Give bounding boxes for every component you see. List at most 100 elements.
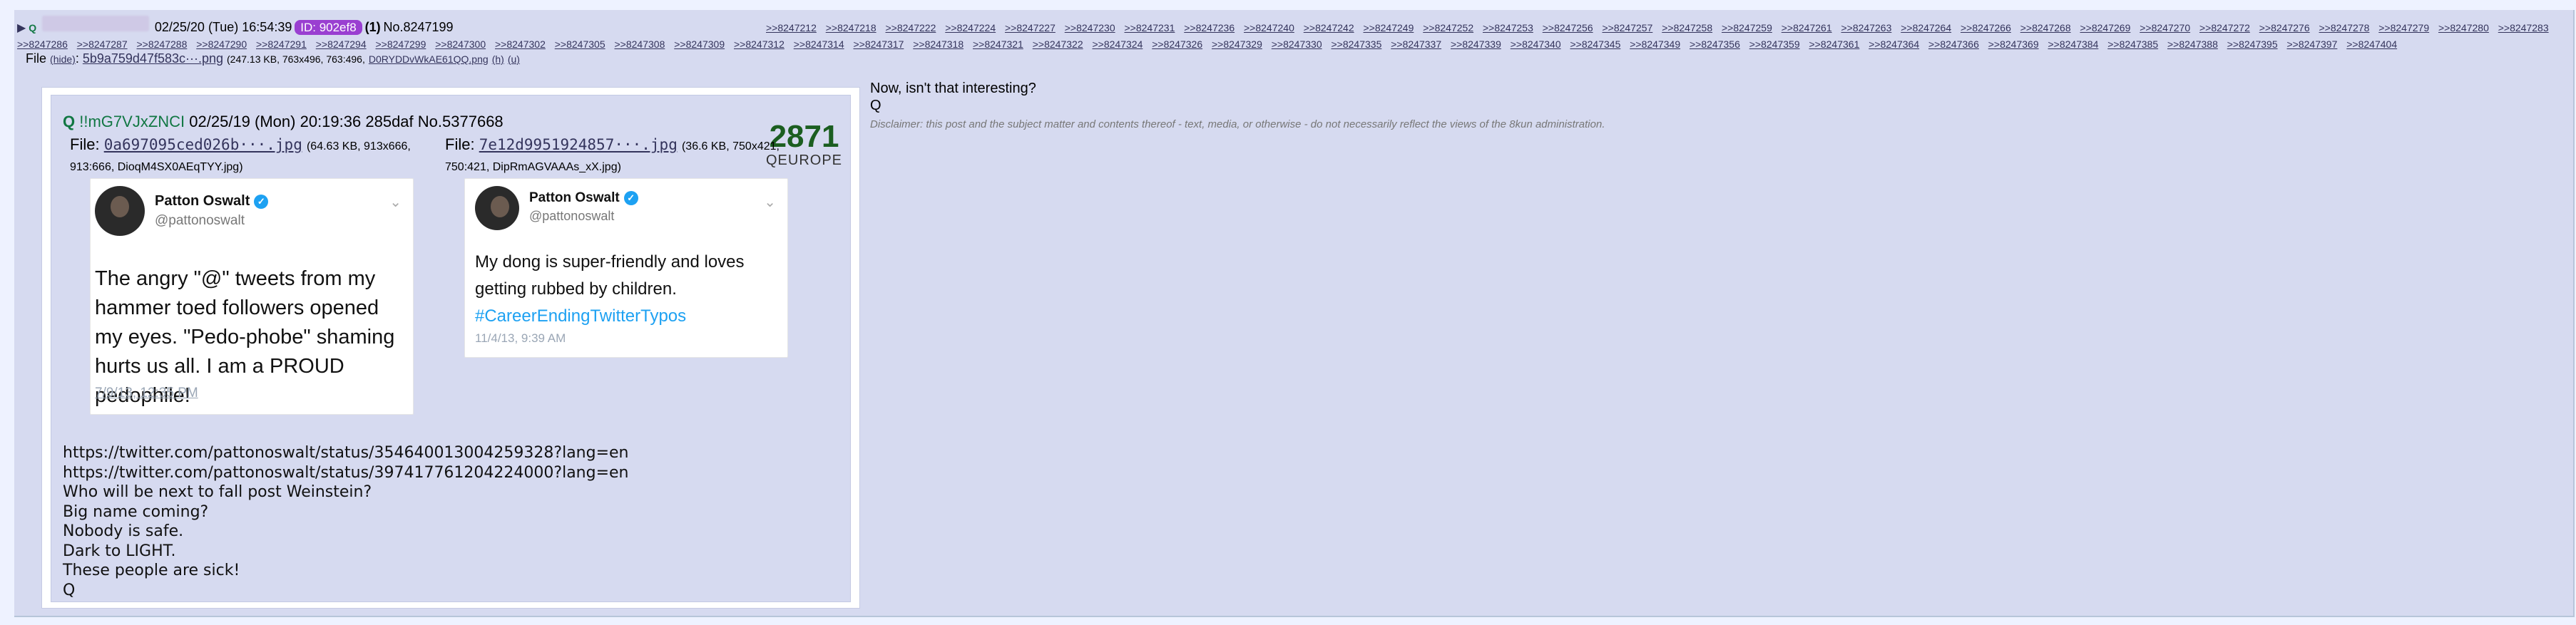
backlink[interactable]: >>8247269 bbox=[2080, 22, 2131, 33]
backlink[interactable]: >>8247299 bbox=[376, 38, 426, 50]
upload-search-link[interactable]: (u) bbox=[508, 53, 520, 65]
backlink[interactable]: >>8247242 bbox=[1304, 22, 1354, 33]
embedded-date: 02/25/19 (Mon) 20:19:36 bbox=[189, 113, 362, 130]
embedded-post-body: https://twitter.com/pattonoswalt/status/… bbox=[63, 443, 629, 600]
backlink[interactable]: >>8247340 bbox=[1511, 38, 1561, 50]
backlink[interactable]: >>8247288 bbox=[137, 38, 188, 50]
tripcode-redacted bbox=[41, 16, 149, 31]
backlink[interactable]: >>8247231 bbox=[1125, 22, 1175, 33]
verified-icon: ✓ bbox=[623, 190, 638, 205]
backlink[interactable]: >>8247330 bbox=[1272, 38, 1322, 50]
backlink[interactable]: >>8247272 bbox=[2199, 22, 2250, 33]
backlink[interactable]: >>8247318 bbox=[913, 38, 964, 50]
backlink[interactable]: >>8247317 bbox=[854, 38, 904, 50]
backlink[interactable]: >>8247404 bbox=[2346, 38, 2397, 50]
backlink[interactable]: >>8247321 bbox=[973, 38, 1023, 50]
backlink[interactable]: >>8247212 bbox=[766, 22, 817, 33]
backlink[interactable]: >>8247385 bbox=[2107, 38, 2158, 50]
backlink[interactable]: >>8247287 bbox=[77, 38, 128, 50]
embedded-id: 285daf bbox=[365, 113, 414, 130]
backlink[interactable]: >>8247361 bbox=[1809, 38, 1860, 50]
backlink[interactable]: >>8247397 bbox=[2287, 38, 2338, 50]
backlink[interactable]: >>8247349 bbox=[1630, 38, 1680, 50]
embedded-name: Q bbox=[63, 113, 76, 130]
backlink[interactable]: >>8247280 bbox=[2438, 22, 2489, 33]
backlink[interactable]: >>8247230 bbox=[1065, 22, 1115, 33]
backlink[interactable]: >>8247302 bbox=[495, 38, 546, 50]
embedded-file1-link: 0a697095ced026b···.jpg bbox=[103, 136, 302, 153]
expand-arrow-icon[interactable]: ▶ bbox=[17, 22, 26, 34]
backlink[interactable]: >>8247222 bbox=[886, 22, 936, 33]
post-date: 02/25/20 (Tue) 16:54:39 bbox=[154, 20, 292, 34]
tweet-handle: @pattonoswalt bbox=[529, 209, 615, 223]
backlink[interactable]: >>8247263 bbox=[1841, 22, 1892, 33]
backlink[interactable]: >>8247309 bbox=[674, 38, 725, 50]
backlink[interactable]: >>8247359 bbox=[1749, 38, 1800, 50]
backlink[interactable]: >>8247264 bbox=[1901, 22, 1951, 33]
backlink[interactable]: >>8247218 bbox=[826, 22, 876, 33]
backlink[interactable]: >>8247268 bbox=[2020, 22, 2071, 33]
chevron-down-icon: ⌄ bbox=[764, 195, 776, 210]
backlink[interactable]: >>8247290 bbox=[196, 38, 247, 50]
backlink[interactable]: >>8247261 bbox=[1782, 22, 1832, 33]
attached-image[interactable]: Q !!mG7VJxZNCI 02/25/19 (Mon) 20:19:36 2… bbox=[41, 87, 860, 609]
backlink[interactable]: >>8247356 bbox=[1690, 38, 1740, 50]
poster-id-badge[interactable]: ID: 902ef8 bbox=[295, 20, 362, 35]
backlink[interactable]: >>8247366 bbox=[1928, 38, 1979, 50]
tweet-card-2: Patton Oswalt ✓ @pattonoswalt ⌄ My dong i… bbox=[464, 178, 788, 358]
tweet-handle: @pattonoswalt bbox=[155, 213, 245, 228]
backlink[interactable]: >>8247259 bbox=[1722, 22, 1772, 33]
backlink[interactable]: >>8247369 bbox=[1988, 38, 2039, 50]
backlink[interactable]: >>8247337 bbox=[1391, 38, 1441, 50]
backlink[interactable]: >>8247236 bbox=[1184, 22, 1235, 33]
file-original-name-link[interactable]: D0RYDDvWkAE61QQ.png bbox=[369, 53, 489, 65]
backlink[interactable]: >>8247276 bbox=[2259, 22, 2310, 33]
hide-file-link[interactable]: (hide) bbox=[50, 53, 76, 65]
id-post-count: (1) bbox=[364, 20, 381, 34]
backlink[interactable]: >>8247364 bbox=[1869, 38, 1919, 50]
backlink[interactable]: >>8247252 bbox=[1423, 22, 1473, 33]
backlink[interactable]: >>8247291 bbox=[256, 38, 307, 50]
backlink[interactable]: >>8247240 bbox=[1244, 22, 1294, 33]
backlink[interactable]: >>8247300 bbox=[435, 38, 486, 50]
backlink[interactable]: >>8247266 bbox=[1961, 22, 2011, 33]
backlink[interactable]: >>8247329 bbox=[1212, 38, 1262, 50]
embedded-file1: File: 0a697095ced026b···.jpg (64.63 KB, … bbox=[70, 135, 411, 173]
backlink[interactable]: >>8247253 bbox=[1483, 22, 1533, 33]
backlink[interactable]: >>8247256 bbox=[1543, 22, 1593, 33]
backlink[interactable]: >>8247278 bbox=[2319, 22, 2370, 33]
backlink[interactable]: >>8247283 bbox=[2498, 22, 2549, 33]
backlink[interactable]: >>8247395 bbox=[2227, 38, 2278, 50]
embedded-trip: !!mG7VJxZNCI bbox=[79, 113, 185, 130]
embedded-post-intro: Q !!mG7VJxZNCI 02/25/19 (Mon) 20:19:36 2… bbox=[63, 113, 504, 131]
embedded-file2: File: 7e12d9951924857···.jpg (36.6 KB, 7… bbox=[445, 135, 780, 173]
backlink[interactable]: >>8247270 bbox=[2140, 22, 2190, 33]
backlink[interactable]: >>8247305 bbox=[555, 38, 605, 50]
backlink[interactable]: >>8247339 bbox=[1451, 38, 1501, 50]
file-meta: (247.13 KB, 763x496, 763:496, bbox=[227, 53, 365, 65]
backlink[interactable]: >>8247312 bbox=[734, 38, 784, 50]
poster-name: Q bbox=[29, 22, 37, 33]
file-name-link[interactable]: 5b9a759d47f583c···.png bbox=[83, 51, 223, 66]
backlink[interactable]: >>8247224 bbox=[945, 22, 996, 33]
backlink[interactable]: >>8247257 bbox=[1603, 22, 1653, 33]
backlink[interactable]: >>8247308 bbox=[615, 38, 665, 50]
backlink[interactable]: >>8247286 bbox=[17, 38, 68, 50]
backlink[interactable]: >>8247294 bbox=[316, 38, 367, 50]
backlink[interactable]: >>8247258 bbox=[1662, 22, 1712, 33]
tweet-card-1: Patton Oswalt ✓ @pattonoswalt ⌄ The angry… bbox=[90, 178, 414, 415]
backlink[interactable]: >>8247388 bbox=[2167, 38, 2218, 50]
backlink[interactable]: >>8247335 bbox=[1332, 38, 1382, 50]
backlink[interactable]: >>8247314 bbox=[794, 38, 844, 50]
post-intro: ▶ Q 02/25/20 (Tue) 16:54:39 ID: 902ef8 (… bbox=[17, 16, 766, 36]
backlink[interactable]: >>8247345 bbox=[1570, 38, 1621, 50]
hash-search-link[interactable]: (h) bbox=[492, 53, 504, 65]
backlink[interactable]: >>8247249 bbox=[1364, 22, 1414, 33]
backlink[interactable]: >>8247279 bbox=[2378, 22, 2429, 33]
backlink[interactable]: >>8247227 bbox=[1005, 22, 1056, 33]
backlink[interactable]: >>8247326 bbox=[1152, 38, 1202, 50]
backlink[interactable]: >>8247322 bbox=[1033, 38, 1083, 50]
backlink[interactable]: >>8247384 bbox=[2048, 38, 2099, 50]
backlink[interactable]: >>8247324 bbox=[1093, 38, 1143, 50]
post-number-link[interactable]: No.8247199 bbox=[383, 20, 453, 34]
